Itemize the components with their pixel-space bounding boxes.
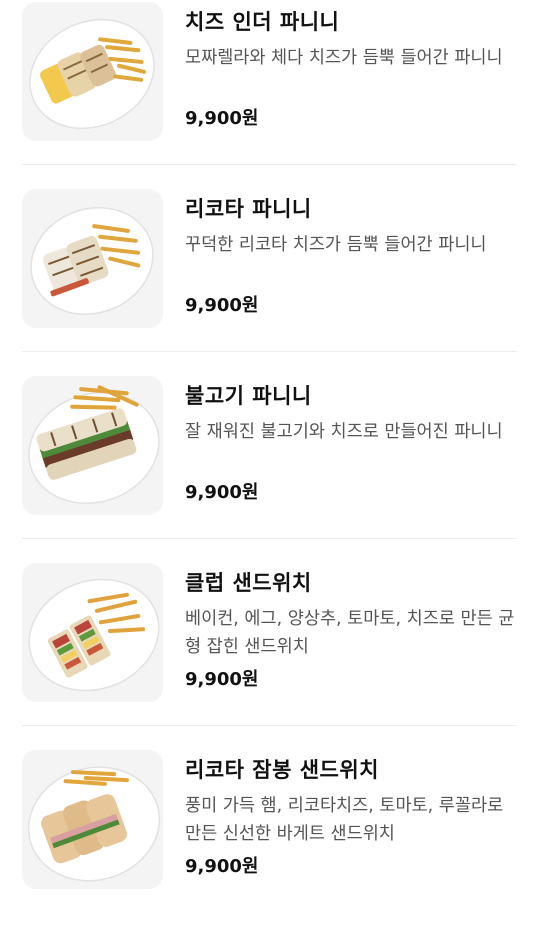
divider (22, 538, 516, 539)
menu-item[interactable]: 치즈 인더 파니니 모짜렐라와 체다 치즈가 듬뿍 들어간 파니니 9,900원 (0, 0, 536, 187)
menu-item-price: 9,900원 (185, 295, 259, 316)
menu-item-image[interactable] (22, 2, 163, 141)
menu-item-image[interactable] (22, 563, 163, 702)
menu-item-description: 잘 재워진 불고기와 치즈로 만들어진 파니니 (185, 422, 503, 442)
panini-food-image (28, 385, 160, 505)
menu-item-image[interactable] (22, 189, 163, 328)
divider (22, 351, 516, 352)
menu-item-price: 9,900원 (185, 669, 259, 690)
menu-item-price: 9,900원 (185, 108, 259, 129)
menu-item-name: 클럽 샌드위치 (185, 571, 312, 595)
panini-food-image (29, 18, 155, 130)
menu-item-name: 치즈 인더 파니니 (185, 10, 340, 34)
menu-item-description: 풍미 가득 햄, 리코타치즈, 토마토, 루꼴라로 만든 신선한 바게트 샌드위… (185, 796, 504, 844)
menu-item[interactable]: 불고기 파니니 잘 재워진 불고기와 치즈로 만들어진 파니니 9,900원 (0, 374, 536, 561)
menu-item-price: 9,900원 (185, 482, 259, 503)
menu-item[interactable]: 리코타 파니니 꾸덕한 리코타 치즈가 듬뿍 들어간 파니니 9,900원 (0, 187, 536, 374)
menu-item-name: 리코타 잠봉 샌드위치 (185, 758, 380, 782)
menu-item-description: 꾸덕한 리코타 치즈가 듬뿍 들어간 파니니 (185, 235, 487, 255)
menu-item-name: 불고기 파니니 (185, 384, 312, 408)
menu-item-image[interactable] (22, 750, 163, 889)
menu-item[interactable]: 리코타 잠봉 샌드위치 풍미 가득 햄, 리코타치즈, 토마토, 루꼴라로 만든… (0, 748, 536, 935)
menu-item-description: 베이컨, 에그, 양상추, 토마토, 치즈로 만든 균형 잡힌 샌드위치 (185, 609, 515, 657)
menu-item-description: 모짜렐라와 체다 치즈가 듬뿍 들어간 파니니 (185, 48, 503, 68)
divider (22, 725, 516, 726)
divider (22, 164, 516, 165)
menu-item[interactable]: 클럽 샌드위치 베이컨, 에그, 양상추, 토마토, 치즈로 만든 균형 잡힌 … (0, 561, 536, 748)
menu-item-image[interactable] (22, 376, 163, 515)
panini-food-image (30, 206, 154, 316)
menu-item-price: 9,900원 (185, 856, 259, 877)
menu-item-name: 리코타 파니니 (185, 197, 312, 221)
sandwich-food-image (28, 578, 160, 692)
sandwich-food-image (27, 766, 161, 882)
